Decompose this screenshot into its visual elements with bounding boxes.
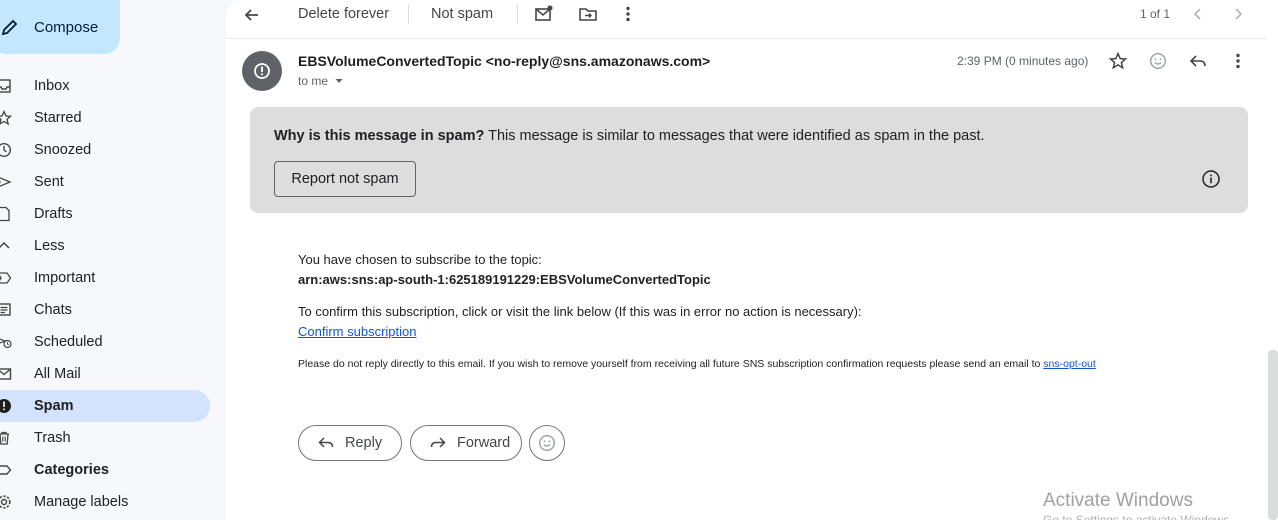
delete-forever-button[interactable]: Delete forever <box>298 6 389 22</box>
compose-label: Compose <box>34 18 99 36</box>
emoji-reaction-icon[interactable] <box>1148 51 1168 71</box>
footer-text: Please do not reply directly to this ema… <box>298 358 1044 370</box>
sidebar-item-sent[interactable]: Sent <box>0 166 210 198</box>
sns-opt-out-link[interactable]: sns-opt-out <box>1043 358 1096 370</box>
back-arrow-icon[interactable] <box>242 5 262 25</box>
toolbar-divider <box>408 4 409 24</box>
scheduled-icon <box>0 326 34 358</box>
label-icon <box>0 454 34 486</box>
gear-icon <box>0 486 34 518</box>
sidebar-item-label: Manage labels <box>34 494 129 510</box>
clock-icon <box>0 134 34 166</box>
toolbar-divider-line <box>226 38 1266 39</box>
sidebar-item-label: Important <box>34 270 96 286</box>
trash-icon <box>0 422 34 454</box>
sidebar-item-label: All Mail <box>34 366 81 382</box>
forward-label: Forward <box>457 435 511 451</box>
message-time: 2:39 PM (0 minutes ago) <box>957 54 1089 68</box>
more-vertical-icon[interactable] <box>1228 51 1248 71</box>
sidebar-nav: Inbox Starred Snoozed Sent Drafts Less I… <box>0 70 226 518</box>
move-to-icon[interactable] <box>578 4 598 24</box>
sidebar-item-label: Less <box>34 238 65 254</box>
star-icon[interactable] <box>1108 51 1128 71</box>
alert-icon <box>254 63 270 79</box>
not-spam-button[interactable]: Not spam <box>431 6 493 22</box>
sidebar-item-chats[interactable]: Chats <box>0 294 210 326</box>
sidebar-item-label: Chats <box>34 302 72 318</box>
sidebar-item-label: Categories <box>34 462 109 478</box>
sidebar-item-snoozed[interactable]: Snoozed <box>0 134 210 166</box>
confirm-subscription-link[interactable]: Confirm subscription <box>298 324 417 339</box>
pagination-count: 1 of 1 <box>1140 7 1171 21</box>
sidebar-item-label: Trash <box>34 430 71 446</box>
body-instructions: To confirm this subscription, click or v… <box>298 304 862 319</box>
sidebar-item-scheduled[interactable]: Scheduled <box>0 326 210 358</box>
caret-down-icon <box>335 79 343 83</box>
sidebar-item-categories[interactable]: Categories <box>0 454 210 486</box>
sidebar-item-label: Scheduled <box>34 334 103 350</box>
body-intro: You have chosen to subscribe to the topi… <box>298 252 542 267</box>
sidebar-item-manage-labels[interactable]: Manage labels <box>0 486 210 518</box>
report-not-spam-button[interactable]: Report not spam <box>274 161 416 197</box>
topic-arn: arn:aws:sns:ap-south-1:625189191229:EBSV… <box>298 272 711 287</box>
chevron-right-icon[interactable] <box>1228 4 1248 24</box>
reply-icon <box>318 437 334 448</box>
mark-unread-icon[interactable] <box>534 4 554 24</box>
draft-icon <box>0 198 34 230</box>
reply-icon[interactable] <box>1188 51 1208 71</box>
sidebar-item-label: Inbox <box>34 78 70 94</box>
info-icon[interactable] <box>1201 169 1221 189</box>
message-toolbar: Delete forever Not spam 1 of 1 <box>226 0 1266 30</box>
spam-reason: Why is this message in spam? This messag… <box>274 128 985 144</box>
sidebar-item-inbox[interactable]: Inbox <box>0 70 210 102</box>
body-footer: Please do not reply directly to this ema… <box>298 358 1096 370</box>
spam-icon <box>0 390 34 422</box>
recipient-details[interactable]: to me <box>298 74 344 88</box>
sidebar-item-label: Spam <box>34 398 74 414</box>
more-vertical-icon[interactable] <box>618 4 638 24</box>
activate-windows-watermark: Activate Windows <box>1043 490 1193 511</box>
inbox-icon <box>0 70 34 102</box>
activate-windows-subtitle: Go to Settings to activate Windows. <box>1043 513 1233 520</box>
compose-button[interactable]: Compose <box>0 0 120 54</box>
chevron-left-icon[interactable] <box>1188 4 1208 24</box>
forward-button[interactable]: Forward <box>410 425 522 461</box>
sidebar-item-trash[interactable]: Trash <box>0 422 210 454</box>
emoji-icon <box>538 434 556 452</box>
message-view: Delete forever Not spam 1 of 1 EBSVolume… <box>226 0 1278 520</box>
reply-button[interactable]: Reply <box>298 425 402 461</box>
sidebar-item-spam[interactable]: Spam <box>0 390 210 422</box>
sidebar: Compose Inbox Starred Snoozed Sent Draft… <box>0 0 226 520</box>
star-icon <box>0 102 34 134</box>
spam-explanation: This message is similar to messages that… <box>484 128 985 144</box>
all-mail-icon <box>0 358 34 390</box>
sender-name[interactable]: EBSVolumeConvertedTopic <no-reply@sns.am… <box>298 53 710 69</box>
spam-warning-banner: Why is this message in spam? This messag… <box>250 107 1248 213</box>
scrollbar[interactable] <box>1268 350 1278 520</box>
chat-icon <box>0 294 34 326</box>
toolbar-divider <box>517 4 518 24</box>
send-icon <box>0 166 34 198</box>
sender-avatar[interactable] <box>242 51 282 91</box>
recipient-label: to me <box>298 74 329 88</box>
sidebar-item-label: Drafts <box>34 206 73 222</box>
important-icon <box>0 262 34 294</box>
spam-question: Why is this message in spam? <box>274 128 485 144</box>
chevron-up-icon <box>0 230 34 262</box>
sidebar-item-less[interactable]: Less <box>0 230 210 262</box>
sidebar-item-label: Snoozed <box>34 142 92 158</box>
sidebar-item-starred[interactable]: Starred <box>0 102 210 134</box>
sidebar-item-all-mail[interactable]: All Mail <box>0 358 210 390</box>
sidebar-item-drafts[interactable]: Drafts <box>0 198 210 230</box>
emoji-reaction-button[interactable] <box>529 425 565 461</box>
forward-icon <box>430 437 446 448</box>
pencil-icon <box>1 19 18 36</box>
sidebar-item-important[interactable]: Important <box>0 262 210 294</box>
sidebar-item-label: Sent <box>34 174 64 190</box>
sidebar-item-label: Starred <box>34 110 82 126</box>
reply-label: Reply <box>345 435 383 451</box>
